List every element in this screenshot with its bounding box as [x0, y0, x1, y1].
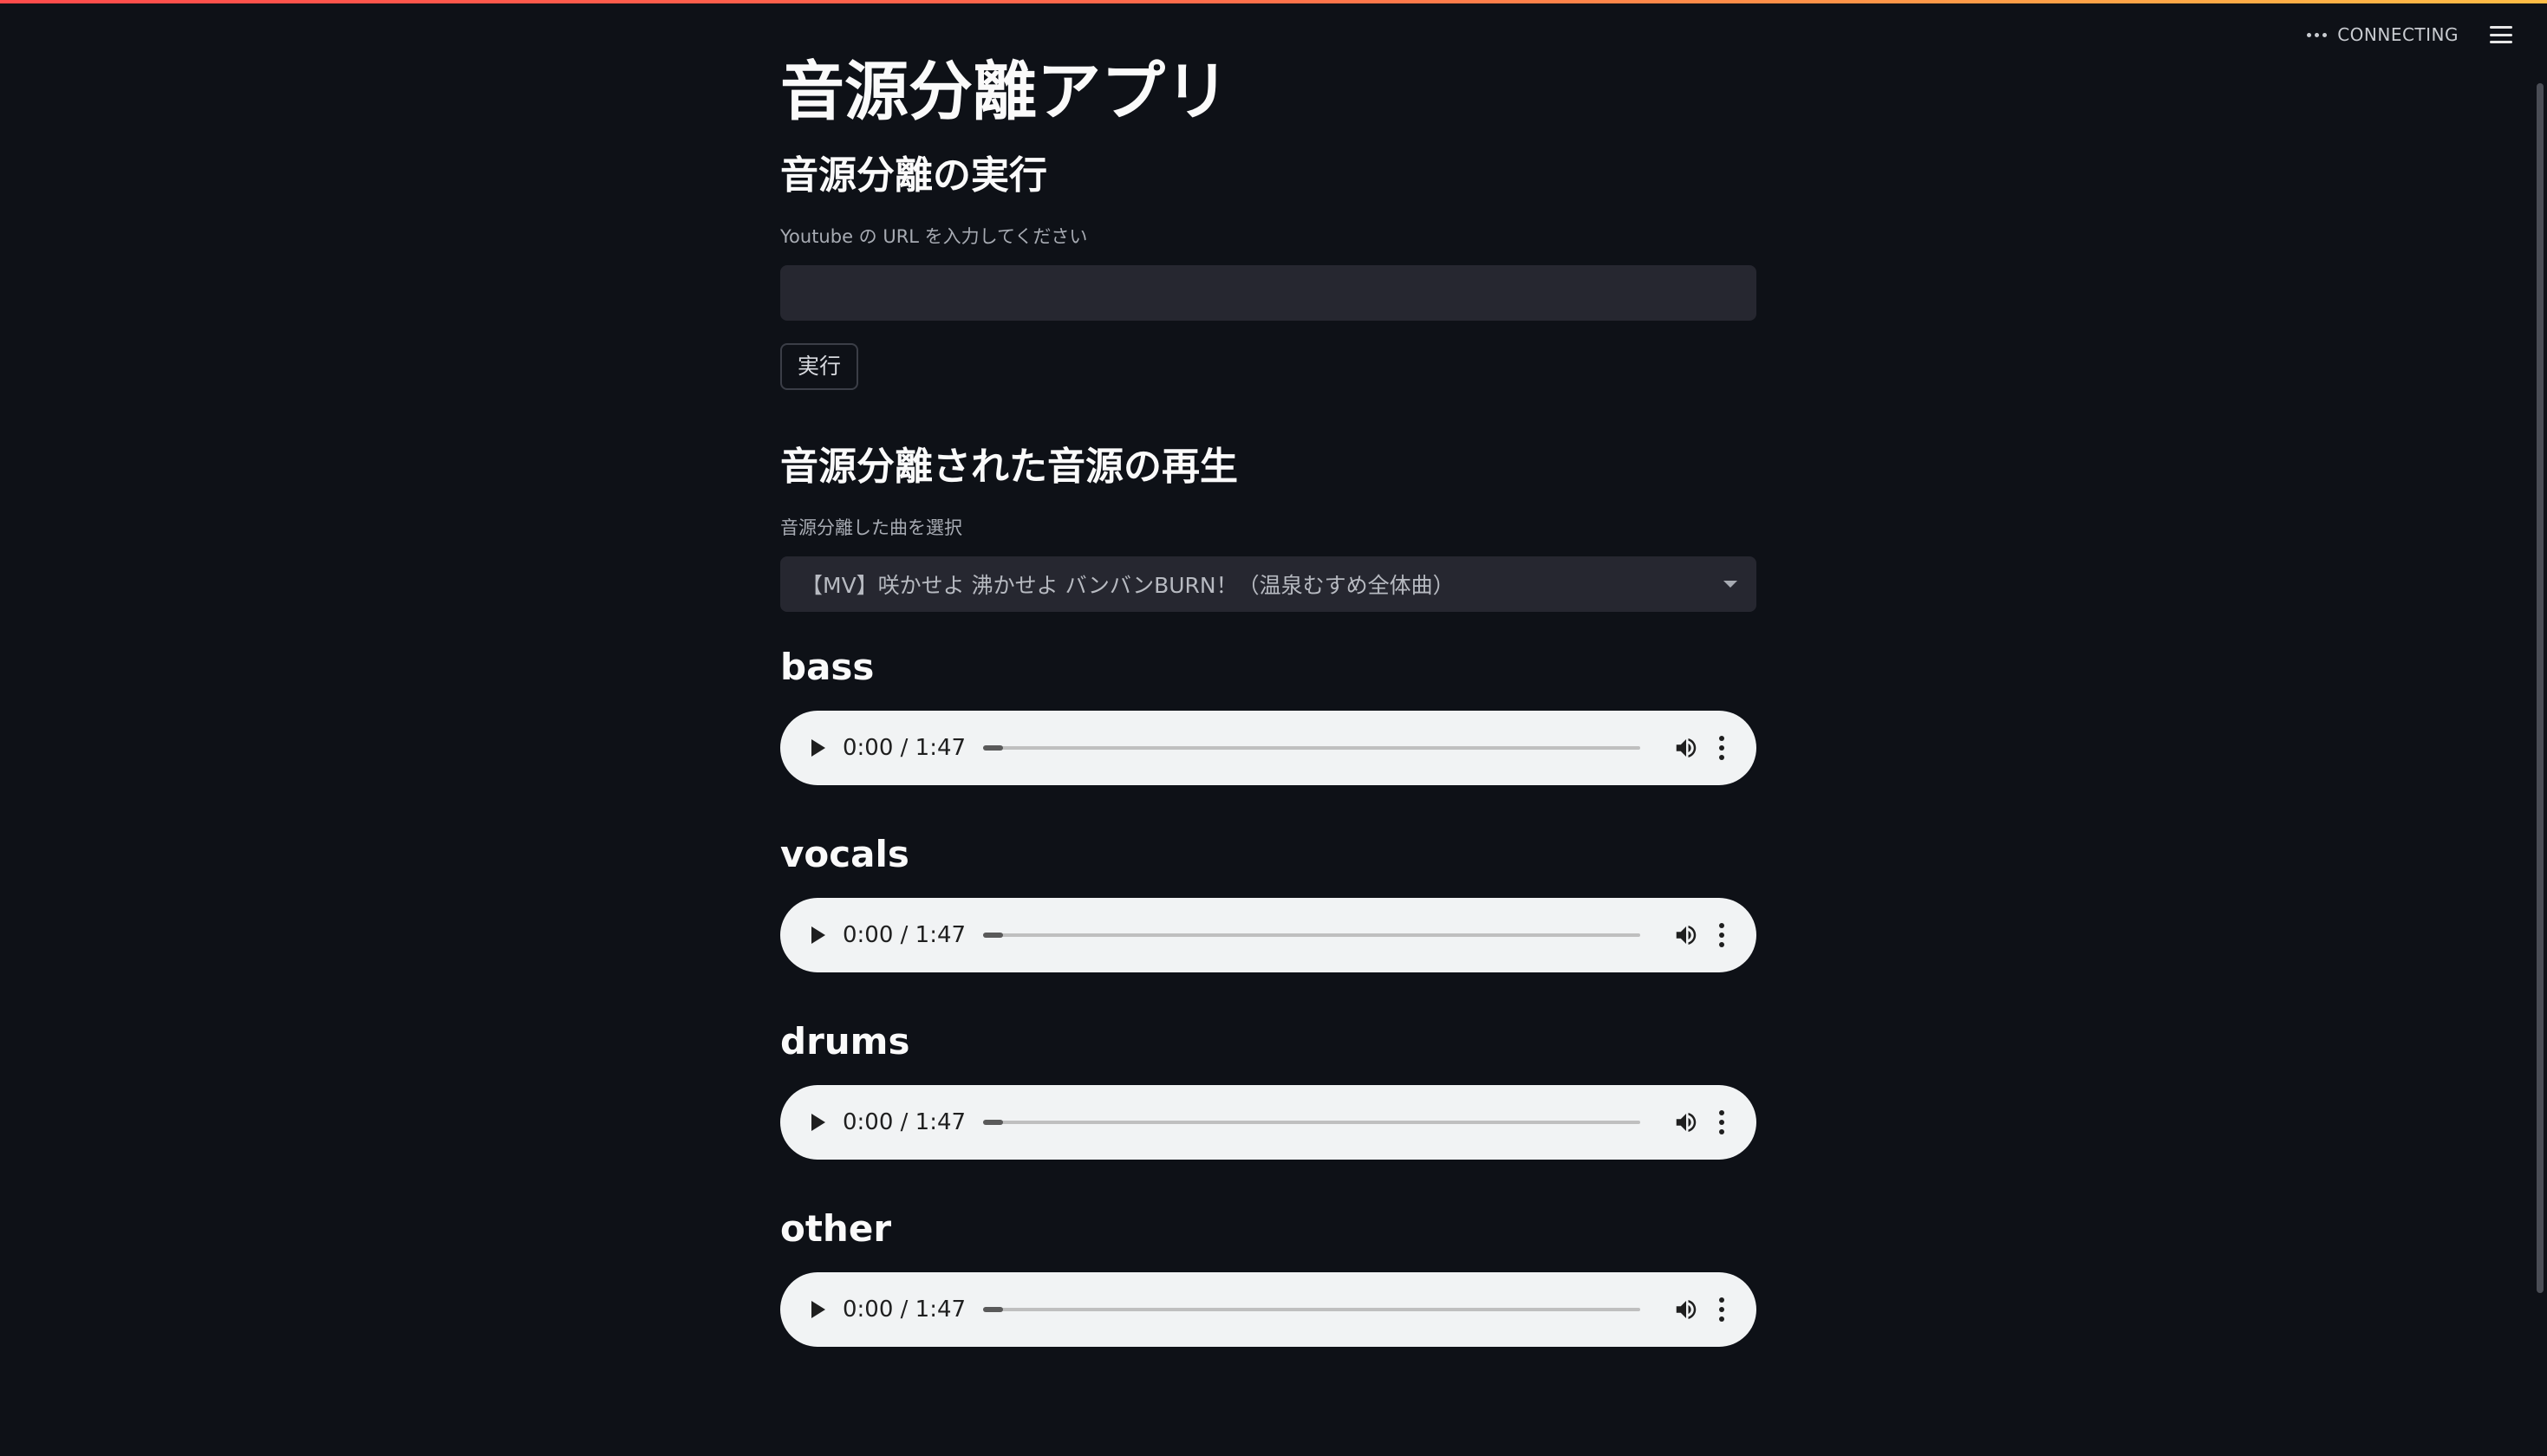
hamburger-menu-icon[interactable]	[2490, 26, 2512, 43]
audio-seek-progress	[983, 1120, 1003, 1125]
run-button[interactable]: 実行	[780, 343, 859, 390]
run-section-heading: 音源分離の実行	[780, 153, 1047, 198]
more-vertical-icon[interactable]	[1718, 923, 1725, 947]
more-horizontal-icon	[2307, 32, 2328, 37]
audio-player: 0:00 / 1:47	[780, 1085, 1756, 1160]
header-toolbar: CONNECTING	[2307, 21, 2512, 49]
page-scrollbar[interactable]	[2537, 83, 2544, 1293]
audio-player: 0:00 / 1:47	[780, 1272, 1756, 1347]
youtube-url-input[interactable]	[780, 265, 1756, 321]
main-content: 音源分離アプリ 音源分離の実行 Youtube の URL を入力してください …	[780, 49, 1756, 1347]
audio-time: 0:00 / 1:47	[843, 1297, 967, 1323]
audio-player: 0:00 / 1:47	[780, 898, 1756, 972]
playback-section-heading: 音源分離された音源の再生	[780, 445, 1238, 489]
volume-icon[interactable]	[1673, 1109, 1699, 1135]
audio-time: 0:00 / 1:47	[843, 1109, 967, 1135]
more-vertical-icon[interactable]	[1718, 1110, 1725, 1134]
more-vertical-icon[interactable]	[1718, 736, 1725, 760]
url-input-label: Youtube の URL を入力してください	[780, 226, 1088, 247]
song-select-label: 音源分離した曲を選択	[780, 517, 962, 538]
connection-status-text: CONNECTING	[2337, 24, 2459, 45]
play-icon[interactable]	[811, 739, 825, 757]
stem-vocals: vocals 0:00 / 1:47	[780, 829, 1756, 972]
stem-other: other 0:00 / 1:47	[780, 1203, 1756, 1347]
audio-seek-bar[interactable]	[983, 933, 1640, 938]
song-select[interactable]: 【MV】咲かせよ 沸かせよ バンバンBURN！（温泉むすめ全体曲）	[780, 556, 1756, 612]
stem-title: vocals	[780, 833, 909, 875]
play-icon[interactable]	[811, 926, 825, 944]
stem-title: bass	[780, 646, 875, 688]
audio-seek-progress	[983, 1307, 1003, 1312]
audio-player: 0:00 / 1:47	[780, 711, 1756, 785]
audio-seek-progress	[983, 745, 1003, 751]
stem-title: other	[780, 1207, 892, 1250]
song-select-value: 【MV】咲かせよ 沸かせよ バンバンBURN！（温泉むすめ全体曲）	[801, 573, 1455, 598]
connection-status: CONNECTING	[2307, 24, 2459, 45]
audio-seek-bar[interactable]	[983, 1120, 1640, 1125]
volume-icon[interactable]	[1673, 922, 1699, 948]
audio-time: 0:00 / 1:47	[843, 735, 967, 761]
stem-drums: drums 0:00 / 1:47	[780, 1016, 1756, 1160]
volume-icon[interactable]	[1673, 735, 1699, 761]
audio-seek-progress	[983, 933, 1003, 938]
play-icon[interactable]	[811, 1301, 825, 1318]
audio-time: 0:00 / 1:47	[843, 922, 967, 948]
chevron-down-icon	[1723, 581, 1737, 588]
stem-list: bass 0:00 / 1:47 vocals 0:00 / 1:47 drum…	[780, 641, 1756, 1347]
stem-title: drums	[780, 1020, 910, 1063]
audio-seek-bar[interactable]	[983, 745, 1640, 751]
stem-bass: bass 0:00 / 1:47	[780, 641, 1756, 785]
audio-seek-bar[interactable]	[983, 1307, 1640, 1312]
page-title: 音源分離アプリ	[780, 55, 1229, 129]
volume-icon[interactable]	[1673, 1297, 1699, 1323]
more-vertical-icon[interactable]	[1718, 1297, 1725, 1322]
top-decoration-bar	[0, 0, 2547, 3]
play-icon[interactable]	[811, 1114, 825, 1131]
